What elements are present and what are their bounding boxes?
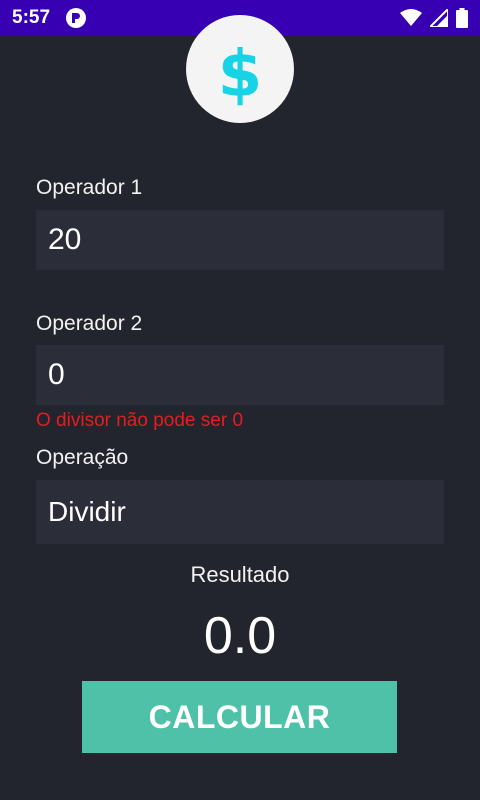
operator2-value: 0 [48, 358, 65, 391]
signal-icon [430, 9, 448, 27]
status-icons [400, 8, 468, 28]
operation-select[interactable]: Dividir [36, 480, 444, 544]
operator1-input[interactable]: 20 [36, 210, 444, 270]
operator1-value: 20 [48, 223, 82, 256]
app-notification-icon [66, 8, 87, 28]
status-time: 5:57 [12, 7, 51, 28]
operation-selected: Dividir [48, 496, 126, 527]
operator2-label: Operador 2 [36, 312, 143, 335]
operator1-label: Operador 1 [36, 176, 143, 199]
battery-icon [456, 8, 468, 28]
result-value: 0.0 [203, 607, 277, 665]
dollar-icon: $ [217, 38, 263, 112]
app-logo: $ [186, 15, 294, 123]
calculate-button[interactable]: CALCULAR [82, 681, 397, 753]
operator2-input[interactable]: 0 [36, 345, 444, 405]
operation-label: Operação [36, 446, 129, 469]
result-label: Resultado [190, 562, 290, 587]
operator2-error: O divisor não pode ser 0 [36, 410, 244, 431]
wifi-icon [400, 9, 422, 26]
